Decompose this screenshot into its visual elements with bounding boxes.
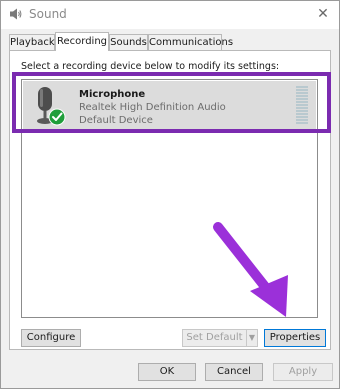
device-list[interactable]: Microphone Realtek High Definition Audio… [21,79,318,318]
set-default-dropdown-arrow[interactable]: ▼ [246,329,258,347]
device-status: Default Device [79,115,153,126]
close-button[interactable]: ✕ [313,4,333,24]
window-title: Sound [29,7,67,21]
device-name: Microphone [79,89,146,100]
configure-button[interactable]: Configure [21,329,81,347]
title-bar: Sound ✕ [1,1,339,29]
device-item-microphone[interactable]: Microphone Realtek High Definition Audio… [23,81,316,129]
tab-communications[interactable]: Communications [148,34,233,50]
properties-button[interactable]: Properties [264,329,326,347]
instruction-text: Select a recording device below to modif… [21,61,280,72]
tab-sounds[interactable]: Sounds [109,34,148,50]
tab-recording[interactable]: Recording [55,32,109,51]
recording-panel: Select a recording device below to modif… [9,50,331,350]
close-icon: ✕ [317,6,329,22]
device-driver: Realtek High Definition Audio [79,102,226,113]
level-meter [296,86,308,124]
set-default-button[interactable]: Set Default [182,329,247,347]
ok-button[interactable]: OK [138,363,196,381]
cancel-button[interactable]: Cancel [205,363,263,381]
speaker-icon [10,8,22,20]
microphone-icon [37,87,66,126]
default-checkmark-icon [49,109,65,125]
apply-button[interactable]: Apply [273,363,333,381]
sound-dialog: Sound ✕ Playback Recording Sounds Commun… [0,0,340,389]
tab-playback[interactable]: Playback [9,34,55,50]
